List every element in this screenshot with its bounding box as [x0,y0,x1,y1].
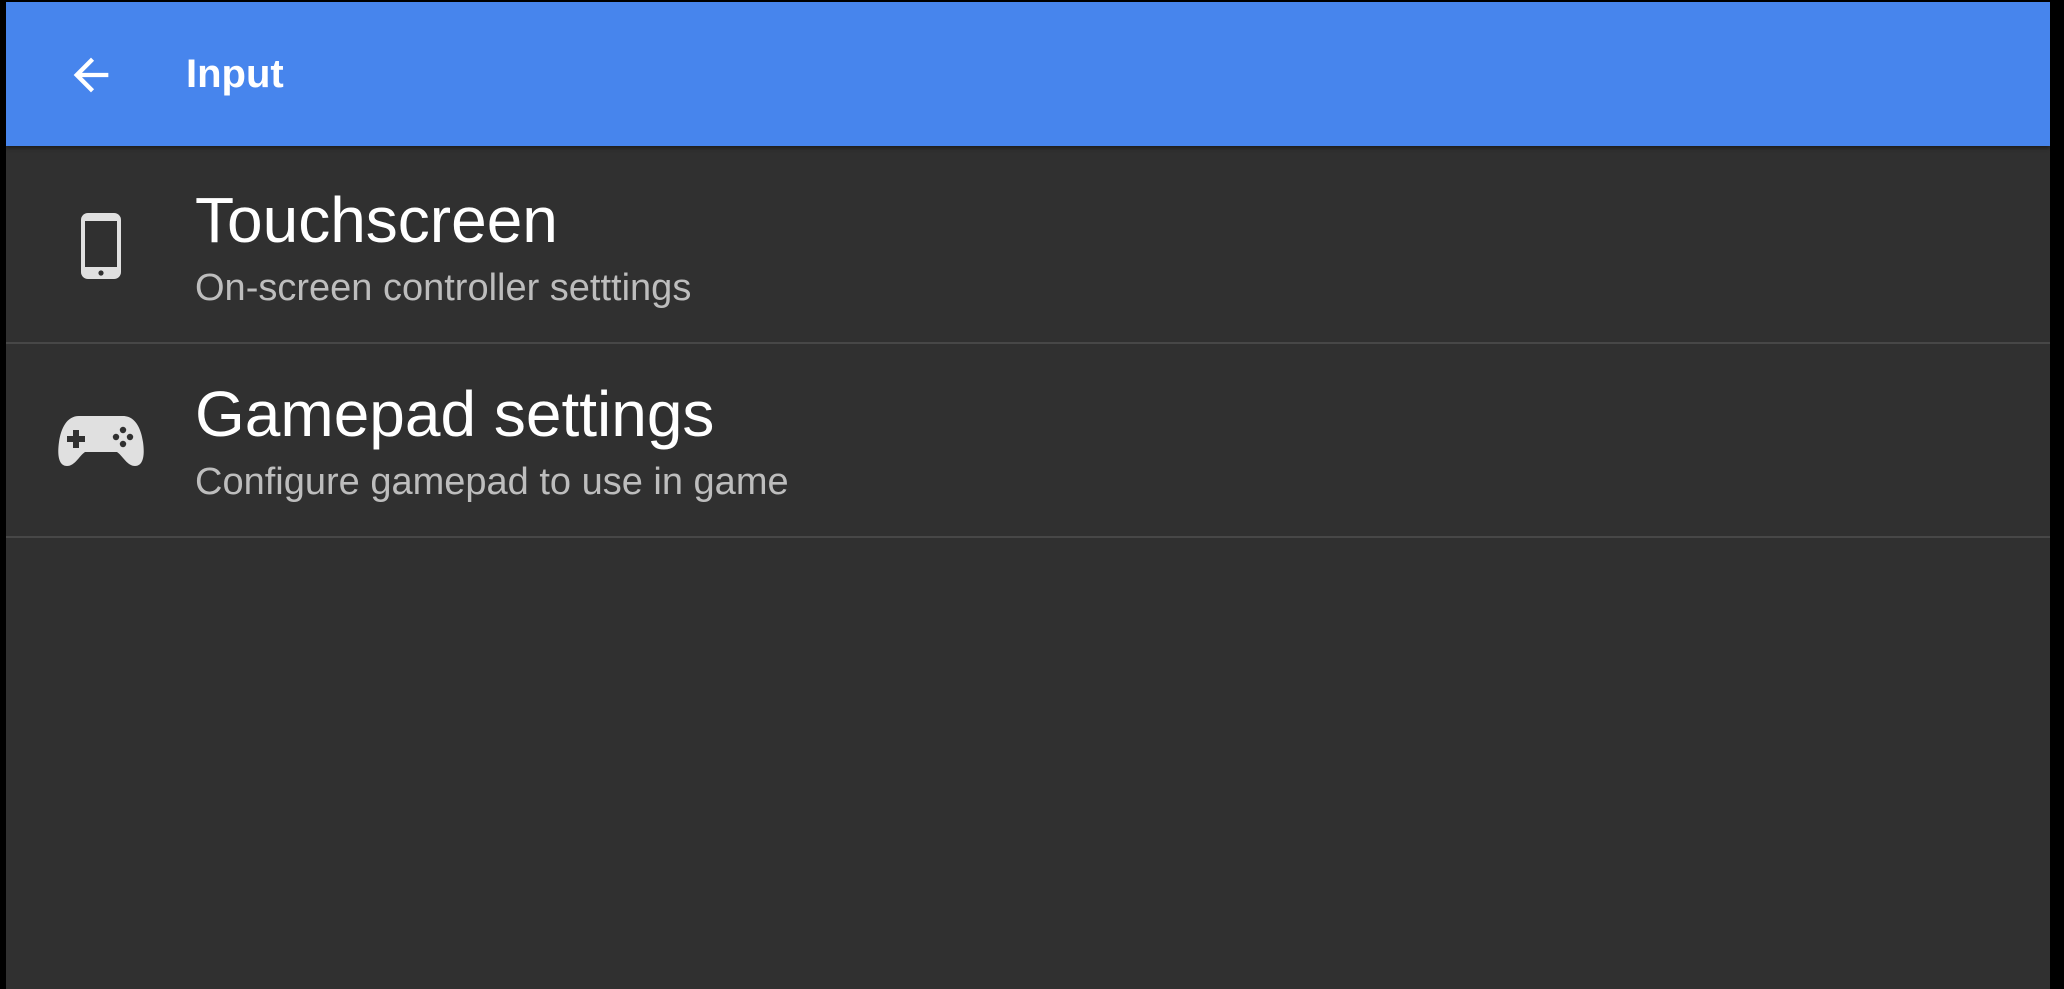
arrow-left-icon [73,57,109,93]
list-item-title: Gamepad settings [195,378,715,450]
gamepad-icon [46,344,156,536]
page-title: Input [186,52,284,96]
back-button[interactable] [46,32,136,118]
list-item-touchscreen[interactable]: Touchscreen On-screen controller setttin… [6,150,2050,344]
list-item-subtitle: Configure gamepad to use in game [195,461,789,503]
list-item-gamepad-settings[interactable]: Gamepad settings Configure gamepad to us… [6,344,2050,538]
list-item-subtitle: On-screen controller setttings [195,267,692,309]
app-bar: Input [6,2,2050,146]
list-item-title: Touchscreen [195,184,558,256]
smartphone-icon [46,150,156,342]
settings-screen: Input Touchscreen On-screen controller s… [6,2,2050,989]
settings-list: Touchscreen On-screen controller setttin… [6,150,2050,538]
